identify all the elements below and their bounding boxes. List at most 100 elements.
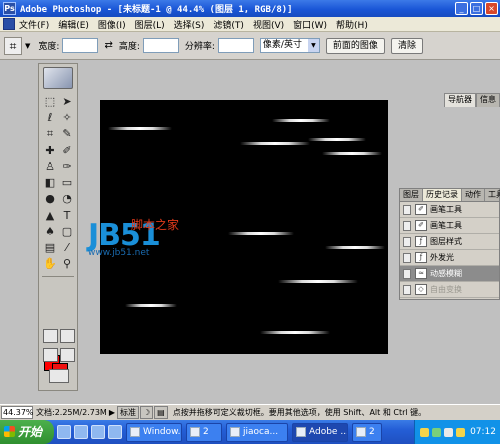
zoom-tool-icon[interactable]: ⚲ [59, 256, 75, 271]
menu-window[interactable]: 窗口(W) [293, 18, 327, 31]
menu-edit[interactable]: 编辑(E) [58, 18, 89, 31]
move-tool-icon[interactable]: ➤ [59, 94, 75, 109]
crop-tool-icon[interactable]: ⌗ [42, 126, 58, 141]
menu-help[interactable]: 帮助(H) [336, 18, 368, 31]
tray-icon[interactable] [444, 427, 454, 437]
tray-icon[interactable] [420, 427, 430, 437]
maximize-button[interactable]: □ [470, 2, 483, 15]
history-source-checkbox[interactable] [403, 252, 411, 263]
blur-tool-icon[interactable]: ● [42, 191, 58, 206]
start-button[interactable]: 开始 [0, 420, 54, 444]
taskbar-folder-button[interactable]: 2 [186, 422, 222, 442]
fullscreen-mode-icon[interactable] [60, 348, 75, 362]
navigator-panel: 导航器 信息 [444, 93, 500, 107]
tab-info[interactable]: 信息 [476, 93, 500, 107]
minimize-button[interactable]: _ [455, 2, 468, 15]
clone-stamp-icon[interactable]: ♙ [42, 159, 58, 174]
gradient-tool-icon[interactable]: ▭ [59, 175, 75, 190]
notes-tool-icon[interactable]: ▤ [42, 240, 58, 255]
start-label: 开始 [18, 425, 43, 439]
options-bar: ⌗ ▼ 宽度: ⇄ 高度: 分辨率: 像素/英寸 ▼ 前面的图像 清除 [0, 32, 500, 60]
menu-select[interactable]: 选择(S) [174, 18, 205, 31]
light-streak [308, 138, 366, 141]
brush-tool-icon[interactable]: ✐ [59, 143, 75, 158]
close-button[interactable]: × [485, 2, 498, 15]
moon-icon[interactable]: ☽ [139, 406, 154, 419]
quicklaunch-ie-icon[interactable] [57, 425, 71, 439]
document-size: 文档:2.25M/2.73M [36, 408, 107, 417]
tab-actions[interactable]: 动作 [462, 189, 485, 201]
healing-brush-icon[interactable]: ✚ [42, 143, 58, 158]
zoom-level-field[interactable]: 44.37% [1, 406, 34, 419]
rectangle-tool-icon[interactable]: ▢ [59, 224, 75, 239]
crop-icon[interactable]: ⌗ [4, 36, 22, 55]
width-input[interactable] [62, 38, 99, 53]
watermark-url: www.jb51.net [88, 248, 150, 258]
history-brush-icon[interactable]: ✑ [59, 159, 75, 174]
menu-file[interactable]: 文件(F) [19, 18, 49, 31]
menu-layer[interactable]: 图层(L) [135, 18, 165, 31]
quicklaunch-app-icon[interactable] [108, 425, 122, 439]
taskbar-group-button[interactable]: 2 [352, 422, 382, 442]
standard-mode-icon[interactable] [43, 329, 58, 343]
history-source-checkbox[interactable] [403, 268, 411, 279]
tray-icon[interactable] [432, 427, 442, 437]
clear-button[interactable]: 清除 [390, 37, 423, 54]
type-tool-icon[interactable]: T [59, 208, 75, 223]
resolution-input[interactable] [217, 38, 254, 53]
width-label: 宽度: [38, 42, 60, 52]
taskbar-button-label: 2 [203, 426, 209, 437]
history-item[interactable]: ◇ 自由变换 [400, 282, 499, 298]
taskbar-window-button[interactable]: Window... [126, 422, 182, 442]
path-selection-icon[interactable]: ▲ [42, 208, 58, 223]
taskbar-button-label: Adobe ... [309, 426, 348, 437]
menu-view[interactable]: 视图(V) [253, 18, 284, 31]
mode-label[interactable]: 标准 [116, 406, 139, 419]
tool-preset-dropdown-icon[interactable]: ▼ [25, 42, 30, 50]
jump-to-imageready-icon[interactable] [49, 369, 69, 383]
tab-navigator[interactable]: 导航器 [444, 93, 476, 107]
tab-layers[interactable]: 图层 [400, 189, 423, 201]
tab-history[interactable]: 历史记录 [423, 189, 462, 201]
resolution-label: 分辨率: [184, 42, 215, 52]
history-item[interactable]: ✐ 画笔工具 [400, 202, 499, 218]
resolution-unit-select[interactable]: 像素/英寸 ▼ [259, 38, 320, 53]
front-image-button[interactable]: 前面的图像 [325, 37, 385, 54]
marquee-tool-icon[interactable]: ⬚ [42, 94, 58, 109]
hand-tool-icon[interactable]: ✋ [42, 256, 58, 271]
history-source-checkbox[interactable] [403, 284, 411, 295]
page-icon[interactable]: ▤ [154, 406, 168, 419]
clock[interactable]: 07:12 [470, 427, 496, 437]
taskbar-photoshop-button[interactable]: Adobe ... [292, 422, 348, 442]
status-menu-arrow-icon[interactable]: ▶ [109, 408, 115, 417]
menu-image[interactable]: 图像(I) [98, 18, 126, 31]
quicklaunch-media-icon[interactable] [91, 425, 105, 439]
history-item-selected[interactable]: ≈ 动感模糊 [400, 266, 499, 282]
tray-icon[interactable] [456, 427, 466, 437]
history-source-checkbox[interactable] [403, 220, 411, 231]
photoshop-app-icon[interactable]: Ps [3, 2, 16, 15]
pen-tool-icon[interactable]: ♠ [42, 224, 58, 239]
magic-wand-icon[interactable]: ✧ [59, 110, 75, 125]
lasso-tool-icon[interactable]: ℓ [42, 110, 58, 125]
history-item[interactable]: ✐ 画笔工具 [400, 218, 499, 234]
quick-mask-icon[interactable] [60, 329, 75, 343]
eyedropper-icon[interactable]: ⁄ [59, 240, 75, 255]
screen-mode-icon[interactable] [43, 348, 58, 362]
eraser-tool-icon[interactable]: ◧ [42, 175, 58, 190]
swap-dimensions-icon[interactable]: ⇄ [104, 40, 112, 51]
taskbar-jiaocai-button[interactable]: jiaoca... [226, 422, 288, 442]
document-menu-icon[interactable] [3, 18, 15, 30]
dodge-tool-icon[interactable]: ◔ [59, 191, 75, 206]
history-source-checkbox[interactable] [403, 204, 411, 215]
history-item[interactable]: ƒ 图层样式 [400, 234, 499, 250]
history-source-checkbox[interactable] [403, 236, 411, 247]
history-item[interactable]: ƒ 外发光 [400, 250, 499, 266]
height-input[interactable] [142, 38, 179, 53]
menu-filter[interactable]: 滤镜(T) [213, 18, 244, 31]
adobe-feather-icon[interactable] [43, 67, 73, 89]
quicklaunch-desktop-icon[interactable] [74, 425, 88, 439]
slice-tool-icon[interactable]: ✎ [59, 126, 75, 141]
watermark-cn-text: 脚本之家 [131, 218, 180, 232]
tab-tools[interactable]: 工具 [485, 189, 500, 201]
